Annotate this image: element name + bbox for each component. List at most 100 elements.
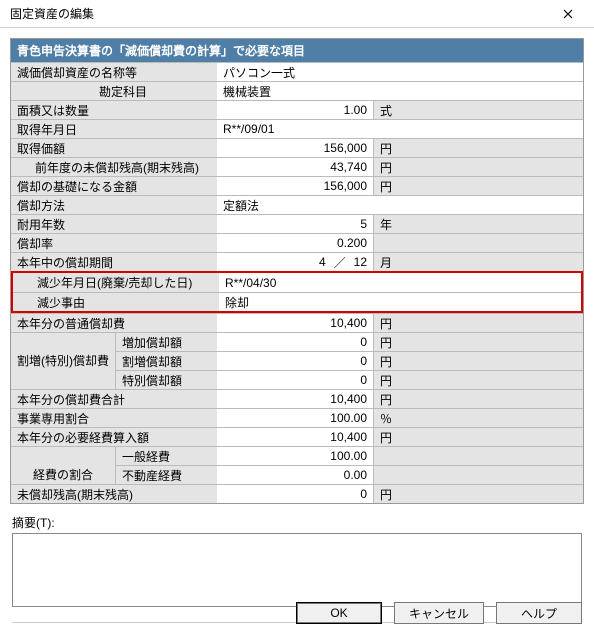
row-special-dep: 特別償却額 0 円: [11, 370, 583, 389]
increase-label: 増加償却額: [115, 333, 217, 351]
expense-value[interactable]: 10,400: [217, 428, 373, 446]
filler: [399, 333, 583, 351]
extra-label: 割増償却額: [115, 351, 217, 370]
extra-unit: 円: [373, 351, 399, 370]
row-total-dep: 本年分の償却費合計 10,400 円: [11, 389, 583, 408]
close-button[interactable]: [548, 2, 588, 26]
total-dep-unit: 円: [373, 390, 399, 408]
acq-price-value[interactable]: 156,000: [217, 139, 373, 157]
rate-value[interactable]: 0.200: [217, 234, 373, 252]
cancel-button[interactable]: キャンセル: [394, 602, 484, 624]
special-unit: 円: [373, 370, 399, 389]
summary-textarea[interactable]: [12, 533, 582, 607]
special-group-label-a: [11, 333, 115, 351]
filler: [373, 447, 399, 465]
area-qty-unit: 式: [373, 101, 399, 119]
filler: [399, 101, 583, 119]
ordinary-dep-unit: 円: [373, 314, 399, 332]
button-bar: OK キャンセル ヘルプ: [296, 602, 582, 624]
row-period: 本年中の償却期間 4 ／ 12 月: [11, 252, 583, 271]
special-value[interactable]: 0: [217, 370, 373, 389]
help-button[interactable]: ヘルプ: [496, 602, 582, 624]
summary-label: 摘要(T):: [12, 514, 582, 531]
row-ordinary-dep: 本年分の普通償却費 10,400 円: [11, 313, 583, 332]
increase-value[interactable]: 0: [217, 333, 373, 351]
filler: [399, 177, 583, 195]
ordinary-dep-label: 本年分の普通償却費: [11, 314, 217, 332]
filler: [399, 485, 583, 503]
account-value[interactable]: 機械装置: [217, 82, 583, 100]
realestate-exp-value[interactable]: 0.00: [217, 465, 373, 484]
total-dep-value[interactable]: 10,400: [217, 390, 373, 408]
decrease-reason-label: 減少事由: [13, 293, 219, 311]
filler: [399, 158, 583, 176]
period-unit: 月: [373, 253, 399, 271]
remaining-value[interactable]: 0: [217, 485, 373, 503]
life-value[interactable]: 5: [217, 215, 373, 233]
decrease-highlight-box: 減少年月日(廃棄/売却した日) R**/04/30 減少事由 除却: [11, 271, 583, 313]
asset-name-label: 減価償却資産の名称等: [11, 63, 217, 81]
window-title: 固定資産の編集: [10, 5, 94, 22]
row-expense: 本年分の必要経費算入額 10,400 円: [11, 427, 583, 446]
ordinary-dep-value[interactable]: 10,400: [217, 314, 373, 332]
account-label: 勘定科目: [11, 82, 217, 100]
titlebar: 固定資産の編集: [0, 0, 594, 28]
section-header: 青色申告決算書の「減価償却費の計算」で必要な項目: [11, 39, 583, 62]
asset-name-value[interactable]: パソコン一式: [217, 63, 583, 81]
remaining-unit: 円: [373, 485, 399, 503]
method-value[interactable]: 定額法: [217, 196, 583, 214]
biz-ratio-label: 事業専用割合: [11, 409, 217, 427]
method-label: 償却方法: [11, 196, 217, 214]
prev-balance-value[interactable]: 43,740: [217, 158, 373, 176]
row-biz-ratio: 事業専用割合 100.00 ％: [11, 408, 583, 427]
filler: [399, 351, 583, 370]
base-amount-value[interactable]: 156,000: [217, 177, 373, 195]
decrease-date-value[interactable]: R**/04/30: [219, 273, 581, 292]
row-realestate-exp: 経費の割合 不動産経費 0.00: [11, 465, 583, 484]
acq-date-value[interactable]: R**/09/01: [217, 120, 583, 138]
remaining-label: 未償却残高(期末残高): [11, 485, 217, 503]
row-life: 耐用年数 5 年: [11, 214, 583, 233]
biz-ratio-value[interactable]: 100.00: [217, 409, 373, 427]
row-area-qty: 面積又は数量 1.00 式: [11, 100, 583, 119]
form-panel: 青色申告決算書の「減価償却費の計算」で必要な項目 減価償却資産の名称等 パソコン…: [10, 38, 584, 504]
filler: [399, 428, 583, 446]
period-separator: ／: [330, 254, 350, 271]
close-icon: [563, 9, 573, 19]
row-account: 勘定科目 機械装置: [11, 81, 583, 100]
rate-label: 償却率: [11, 234, 217, 252]
exp-ratio-label-a: [11, 447, 115, 465]
row-extra-dep: 割増(特別)償却費 割増償却額 0 円: [11, 351, 583, 370]
row-decrease-date: 減少年月日(廃棄/売却した日) R**/04/30: [13, 273, 581, 292]
acq-price-unit: 円: [373, 139, 399, 157]
row-general-exp: 一般経費 100.00: [11, 446, 583, 465]
total-dep-label: 本年分の償却費合計: [11, 390, 217, 408]
general-exp-value[interactable]: 100.00: [217, 447, 373, 465]
filler: [399, 253, 583, 271]
filler: [399, 409, 583, 427]
exp-ratio-label: 経費の割合: [11, 465, 115, 484]
decrease-reason-value[interactable]: 除却: [219, 293, 581, 311]
increase-unit: 円: [373, 333, 399, 351]
filler: [399, 390, 583, 408]
row-prev-balance: 前年度の未償却残高(期末残高) 43,740 円: [11, 157, 583, 176]
filler: [399, 465, 583, 484]
base-amount-unit: 円: [373, 177, 399, 195]
ok-button[interactable]: OK: [296, 602, 382, 624]
filler: [373, 234, 399, 252]
row-rate: 償却率 0.200: [11, 233, 583, 252]
period-label: 本年中の償却期間: [11, 253, 217, 271]
prev-balance-label: 前年度の未償却残高(期末残高): [11, 158, 217, 176]
filler: [399, 447, 583, 465]
prev-balance-unit: 円: [373, 158, 399, 176]
period-fraction[interactable]: 4 ／ 12: [217, 253, 373, 271]
base-amount-label: 償却の基礎になる金額: [11, 177, 217, 195]
acq-price-label: 取得価額: [11, 139, 217, 157]
filler: [399, 215, 583, 233]
special-group-label: 割増(特別)償却費: [11, 351, 115, 370]
decrease-date-label: 減少年月日(廃棄/売却した日): [13, 273, 219, 292]
extra-value[interactable]: 0: [217, 351, 373, 370]
row-acq-price: 取得価額 156,000 円: [11, 138, 583, 157]
filler: [399, 234, 583, 252]
area-qty-value[interactable]: 1.00: [217, 101, 373, 119]
